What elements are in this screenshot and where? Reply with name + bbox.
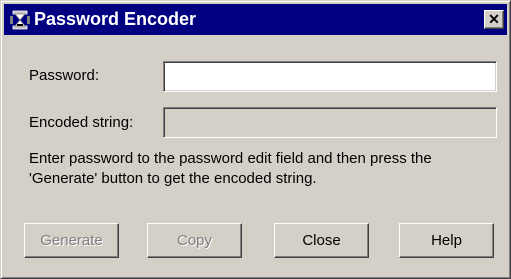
close-button[interactable]: Close [274,223,369,258]
copy-button[interactable]: Copy [147,223,242,258]
password-encoder-dialog: Password Encoder ✕ Password: Encoded str… [0,0,511,279]
password-label: Password: [29,67,100,84]
instructions-text: Enter password to the password edit fiel… [29,150,432,187]
password-input[interactable] [163,61,497,92]
help-button[interactable]: Help [399,223,494,258]
encoded-string-field[interactable] [163,107,497,138]
title-bar[interactable]: Password Encoder ✕ [4,4,507,35]
generate-button[interactable]: Generate [24,223,119,258]
close-icon[interactable]: ✕ [484,10,504,29]
window-title: Password Encoder [34,9,197,29]
app-hourglass-icon[interactable] [10,10,30,30]
encoded-string-label: Encoded string: [29,114,134,131]
